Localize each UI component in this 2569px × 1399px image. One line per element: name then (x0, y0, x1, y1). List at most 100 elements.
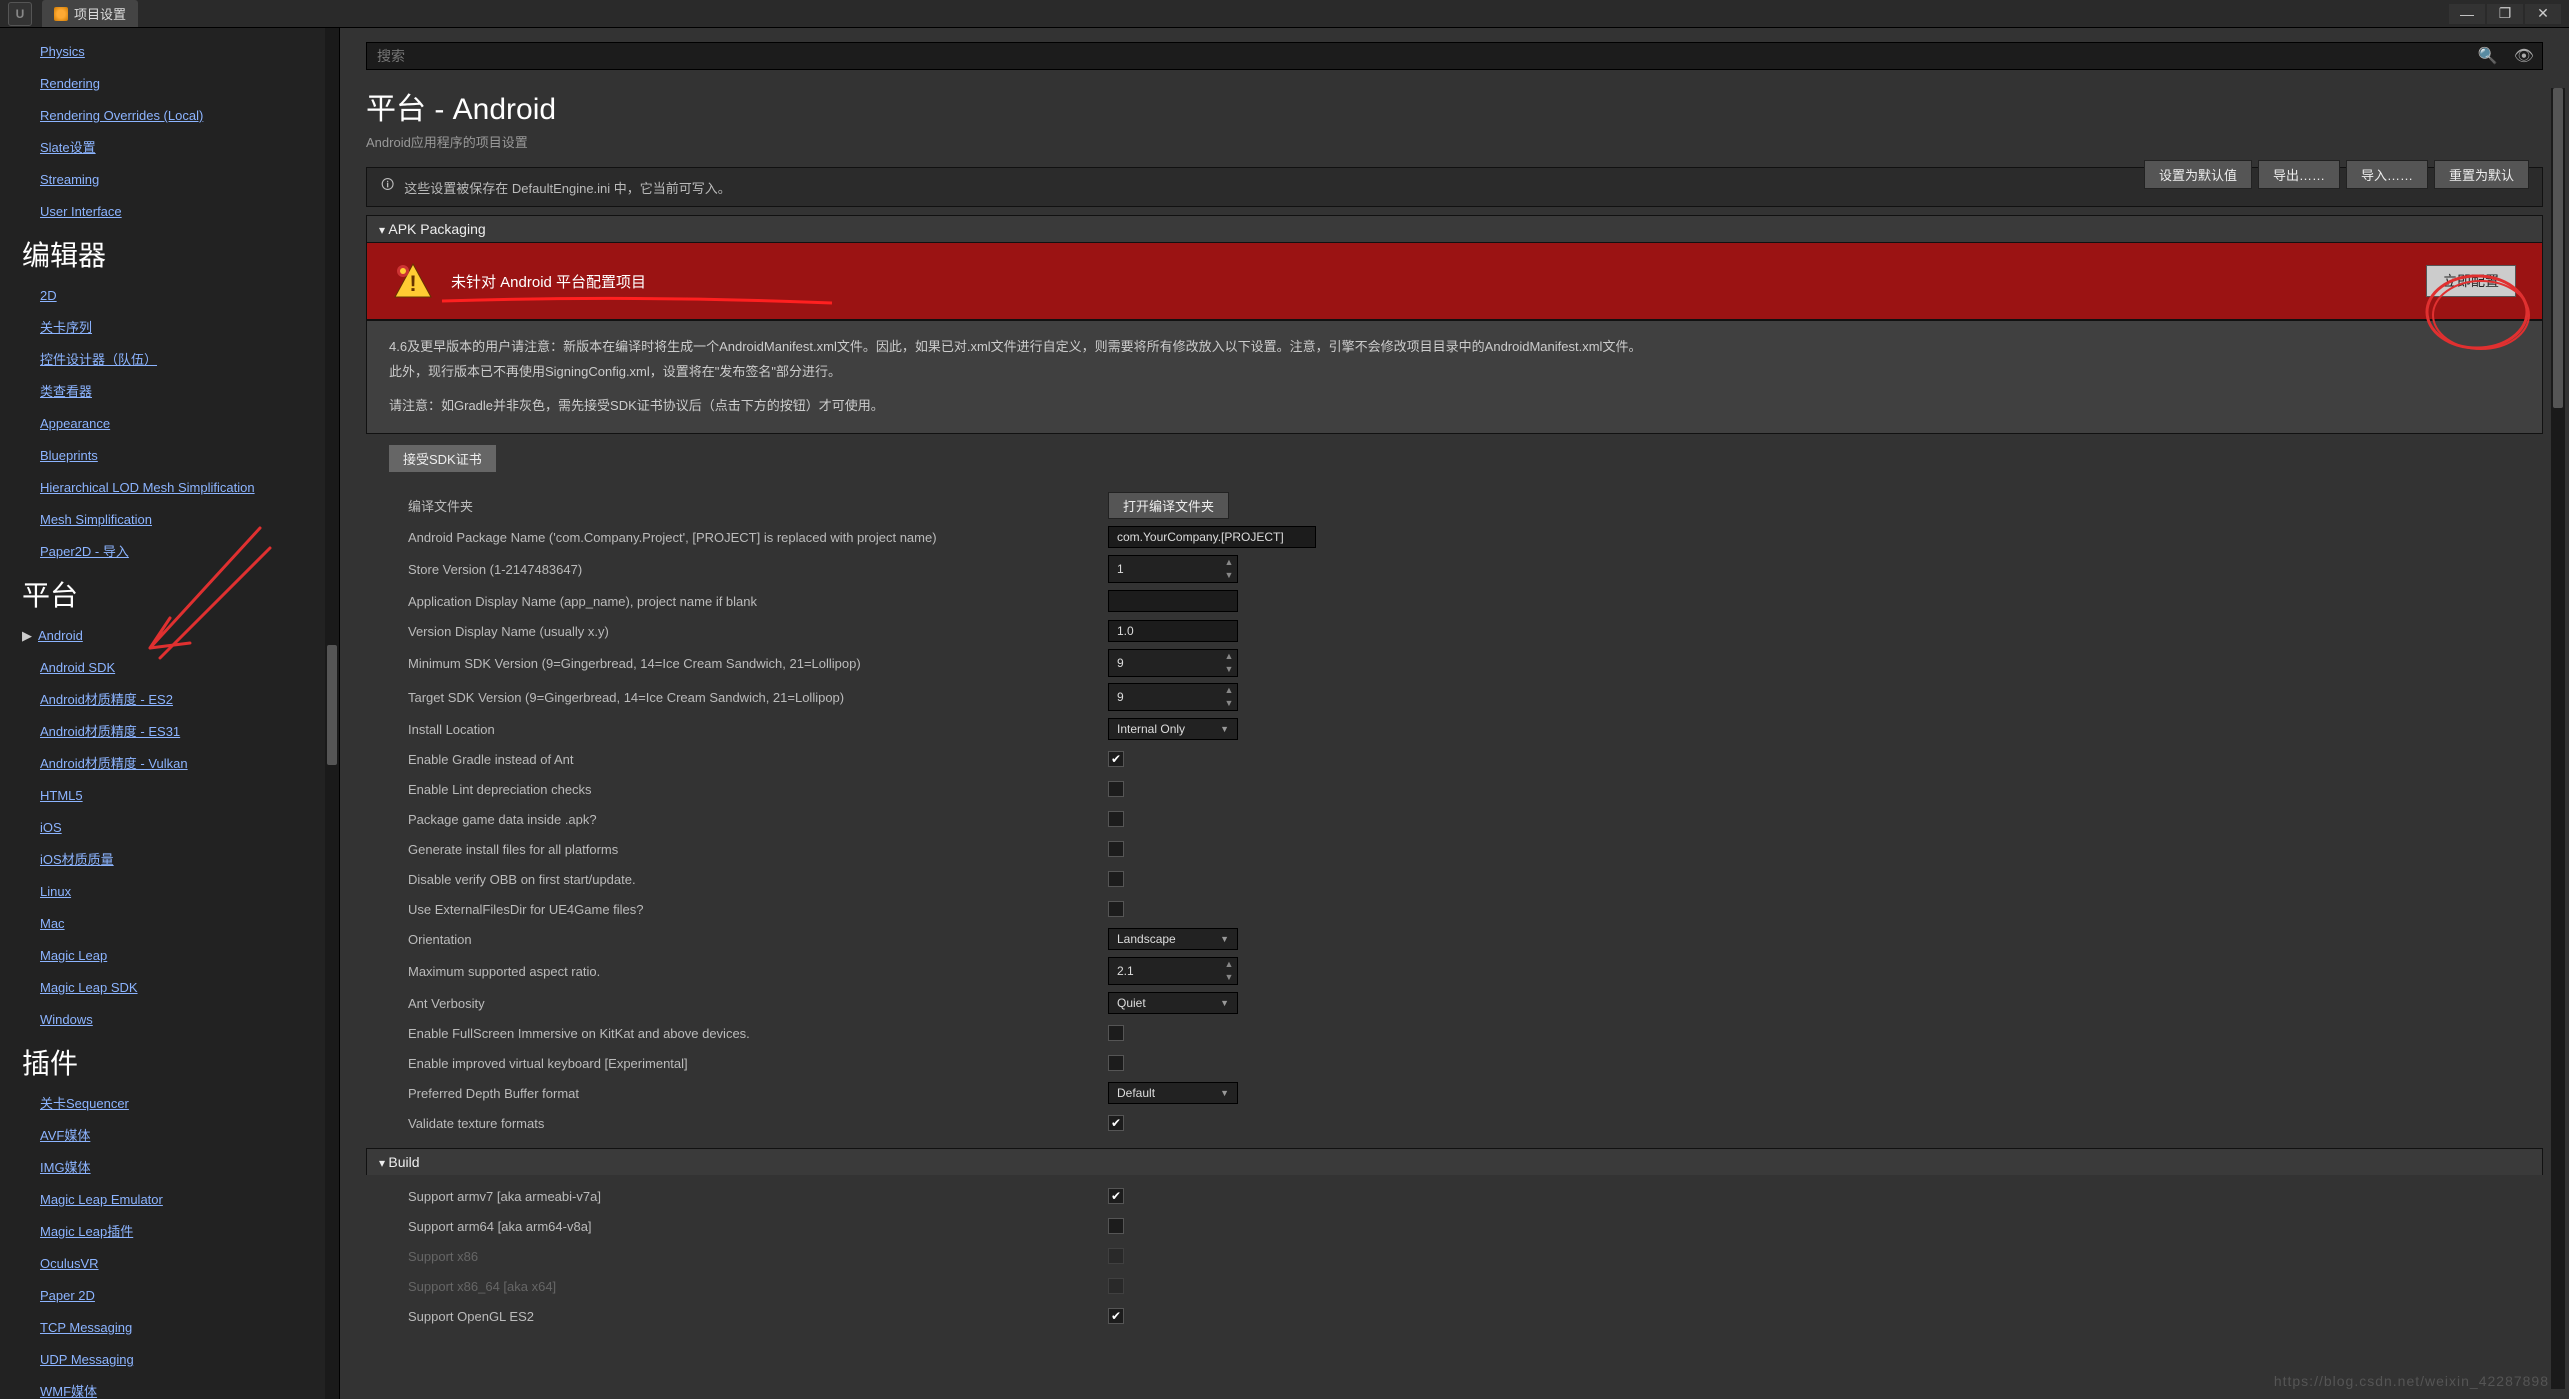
prop-label: Support x86_64 [aka x64] (408, 1279, 1108, 1294)
sidebar-category-plugin: 插件 (0, 1036, 339, 1088)
support-arm64-checkbox[interactable] (1108, 1218, 1124, 1234)
sidebar-item[interactable]: Blueprints (0, 440, 339, 472)
close-button[interactable]: ✕ (2525, 4, 2561, 24)
sidebar-item[interactable]: 2D (0, 280, 339, 312)
sidebar-item[interactable]: Mesh Simplification (0, 504, 339, 536)
prop-label: Enable Lint depreciation checks (408, 782, 1108, 797)
tab-title: 项目设置 (74, 4, 126, 23)
sidebar-item[interactable]: Magic Leap Emulator (0, 1184, 339, 1216)
install-location-select[interactable]: Internal Only (1108, 718, 1238, 740)
ant-verbosity-select[interactable]: Quiet (1108, 992, 1238, 1014)
sidebar-item[interactable]: 控件设计器（队伍） (0, 344, 339, 376)
orientation-select[interactable]: Landscape (1108, 928, 1238, 950)
set-default-button[interactable]: 设置为默认值 (2144, 160, 2252, 189)
prop-label: Ant Verbosity (408, 996, 1108, 1011)
prop-label: 编译文件夹 (408, 496, 1108, 515)
window-tab[interactable]: 项目设置 (42, 0, 138, 27)
gen-install-files-checkbox[interactable] (1108, 841, 1124, 857)
notice-line: 请注意：如Gradle并非灰色，需先接受SDK证书协议后（点击下方的按钮）才可使… (389, 394, 2520, 419)
sidebar-item[interactable]: 关卡Sequencer (0, 1088, 339, 1120)
title-bar: U 项目设置 — ❐ ✕ (0, 0, 2569, 28)
section-apk-packaging[interactable]: APK Packaging (366, 215, 2543, 242)
sidebar-item[interactable]: Android材质精度 - ES31 (0, 716, 339, 748)
enable-lint-checkbox[interactable] (1108, 781, 1124, 797)
sidebar-item[interactable]: Slate设置 (0, 132, 339, 164)
sidebar-item[interactable]: Paper2D - 导入 (0, 536, 339, 568)
sidebar-item[interactable]: IMG媒体 (0, 1152, 339, 1184)
sidebar-item[interactable]: HTML5 (0, 780, 339, 812)
settings-content: APK Packaging ! 未针对 Android 平台配置项目 立即配置 … (366, 215, 2543, 1389)
sidebar-item[interactable]: Hierarchical LOD Mesh Simplification (0, 472, 339, 504)
sidebar-item[interactable]: Physics (0, 36, 339, 68)
search-input[interactable] (367, 43, 2470, 69)
sidebar-item[interactable]: iOS (0, 812, 339, 844)
sidebar-item[interactable]: Rendering (0, 68, 339, 100)
sidebar-item[interactable]: iOS材质质量 (0, 844, 339, 876)
disable-obb-verify-checkbox[interactable] (1108, 871, 1124, 887)
main-scrollbar[interactable] (2551, 88, 2565, 1389)
sidebar-item[interactable]: Mac (0, 908, 339, 940)
prop-label: Android Package Name ('com.Company.Proje… (408, 530, 1108, 545)
main-panel: 🔍 👁 平台 - Android Android应用程序的项目设置 设置为默认值… (340, 28, 2569, 1399)
depth-buffer-select[interactable]: Default (1108, 1082, 1238, 1104)
fullscreen-immersive-checkbox[interactable] (1108, 1025, 1124, 1041)
annotation-underline-icon (437, 293, 837, 313)
configure-now-button[interactable]: 立即配置 (2426, 265, 2516, 297)
prop-label: Support x86 (408, 1249, 1108, 1264)
sidebar-item[interactable]: Android SDK (0, 652, 339, 684)
min-sdk-input[interactable]: 9▲▼ (1108, 649, 1238, 677)
sidebar-item[interactable]: Paper 2D (0, 1280, 339, 1312)
reset-default-button[interactable]: 重置为默认 (2434, 160, 2529, 189)
export-button[interactable]: 导出…… (2258, 160, 2340, 189)
sidebar-item-android[interactable]: Android (0, 620, 339, 652)
virtual-keyboard-checkbox[interactable] (1108, 1055, 1124, 1071)
target-sdk-input[interactable]: 9▲▼ (1108, 683, 1238, 711)
accept-sdk-license-button[interactable]: 接受SDK证书 (388, 444, 497, 473)
enable-gradle-checkbox[interactable]: ✔ (1108, 751, 1124, 767)
section-build[interactable]: Build (366, 1148, 2543, 1175)
package-in-apk-checkbox[interactable] (1108, 811, 1124, 827)
sidebar-item[interactable]: Magic Leap插件 (0, 1216, 339, 1248)
version-notice-box: 4.6及更早版本的用户请注意：新版本在编译时将生成一个AndroidManife… (366, 320, 2543, 434)
prop-label: Orientation (408, 932, 1108, 947)
sidebar-item[interactable]: Magic Leap SDK (0, 972, 339, 1004)
search-icon[interactable]: 🔍 (2470, 46, 2506, 66)
external-files-dir-checkbox[interactable] (1108, 901, 1124, 917)
sidebar-item[interactable]: Streaming (0, 164, 339, 196)
sidebar-item[interactable]: OculusVR (0, 1248, 339, 1280)
page-title: 平台 - Android (340, 76, 2569, 128)
page-description: Android应用程序的项目设置 (340, 128, 2569, 163)
sidebar-item[interactable]: Appearance (0, 408, 339, 440)
support-gles2-checkbox[interactable]: ✔ (1108, 1308, 1124, 1324)
package-name-input[interactable] (1108, 526, 1316, 548)
sidebar-item[interactable]: Rendering Overrides (Local) (0, 100, 339, 132)
sidebar-item[interactable]: AVF媒体 (0, 1120, 339, 1152)
eye-icon[interactable]: 👁 (2506, 46, 2542, 66)
sidebar-item[interactable]: UDP Messaging (0, 1344, 339, 1376)
svg-text:!: ! (409, 271, 416, 296)
sidebar-item[interactable]: WMF媒体 (0, 1376, 339, 1399)
sidebar-item[interactable]: Windows (0, 1004, 339, 1036)
app-display-name-input[interactable] (1108, 590, 1238, 612)
sidebar-item[interactable]: User Interface (0, 196, 339, 228)
minimize-button[interactable]: — (2449, 4, 2485, 24)
notice-line: 4.6及更早版本的用户请注意：新版本在编译时将生成一个AndroidManife… (389, 335, 2520, 360)
open-build-folder-button[interactable]: 打开编译文件夹 (1108, 492, 1229, 519)
max-aspect-input[interactable]: 2.1▲▼ (1108, 957, 1238, 985)
sidebar-scrollbar[interactable] (325, 28, 339, 1399)
sidebar-item[interactable]: Magic Leap (0, 940, 339, 972)
sidebar-item[interactable]: Android材质精度 - Vulkan (0, 748, 339, 780)
support-armv7-checkbox[interactable]: ✔ (1108, 1188, 1124, 1204)
version-display-input[interactable] (1108, 620, 1238, 642)
sidebar-item[interactable]: 关卡序列 (0, 312, 339, 344)
support-x8664-checkbox (1108, 1278, 1124, 1294)
sidebar-item[interactable]: Android材质精度 - ES2 (0, 684, 339, 716)
sidebar-item[interactable]: Linux (0, 876, 339, 908)
store-version-input[interactable]: 1▲▼ (1108, 555, 1238, 583)
sidebar-item[interactable]: TCP Messaging (0, 1312, 339, 1344)
import-button[interactable]: 导入…… (2346, 160, 2428, 189)
search-bar: 🔍 👁 (366, 42, 2543, 70)
maximize-button[interactable]: ❐ (2487, 4, 2523, 24)
validate-textures-checkbox[interactable]: ✔ (1108, 1115, 1124, 1131)
sidebar-item[interactable]: 类查看器 (0, 376, 339, 408)
